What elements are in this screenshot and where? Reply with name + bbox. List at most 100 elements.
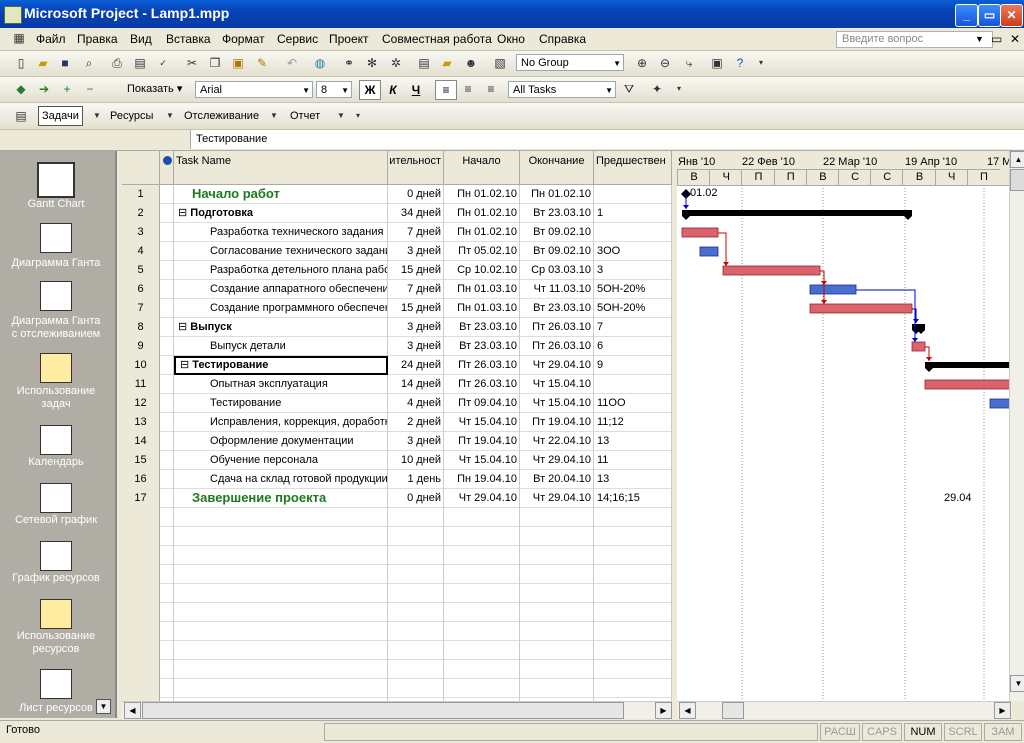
start-cell[interactable] xyxy=(444,508,520,527)
duration-cell[interactable]: 3 дней xyxy=(388,337,444,356)
summary-bar[interactable] xyxy=(925,362,1012,372)
task-bar[interactable] xyxy=(809,303,913,314)
indicator-cell[interactable] xyxy=(160,660,174,679)
guide-icon[interactable]: ▤ xyxy=(12,108,30,124)
duration-cell[interactable] xyxy=(388,603,444,622)
start-cell[interactable] xyxy=(444,622,520,641)
column-duration[interactable]: ительност xyxy=(388,151,444,185)
finish-cell[interactable] xyxy=(520,565,594,584)
menu-project[interactable]: Проект xyxy=(329,32,369,46)
menu-view[interactable]: Вид xyxy=(130,32,152,46)
row-id[interactable]: 9 xyxy=(122,337,160,356)
undo-icon[interactable]: ↶ xyxy=(283,55,301,71)
indicator-cell[interactable] xyxy=(160,641,174,660)
print-icon[interactable]: ⎙ xyxy=(108,55,126,71)
row-id[interactable] xyxy=(122,584,160,603)
font-select[interactable]: Arial ▼ xyxy=(195,81,313,98)
duration-cell[interactable]: 2 дней xyxy=(388,413,444,432)
indicator-cell[interactable] xyxy=(160,261,174,280)
plus-icon[interactable]: + xyxy=(58,81,76,97)
finish-cell[interactable]: Пт 26.03.10 xyxy=(520,337,594,356)
duration-cell[interactable]: 3 дней xyxy=(388,432,444,451)
autofilter-icon[interactable]: ⛛ xyxy=(620,81,638,97)
finish-cell[interactable]: Чт 11.03.10 xyxy=(520,280,594,299)
predecessor-cell[interactable] xyxy=(594,508,672,527)
finish-cell[interactable] xyxy=(520,527,594,546)
indicator-cell[interactable] xyxy=(160,565,174,584)
spell-icon[interactable]: ✓ xyxy=(154,55,172,71)
indicator-cell[interactable] xyxy=(160,280,174,299)
indicator-cell[interactable] xyxy=(160,622,174,641)
unlink-icon[interactable]: ✻ xyxy=(363,55,381,71)
align-right-icon[interactable]: ≡ xyxy=(482,81,500,97)
finish-cell[interactable]: Вт 23.03.10 xyxy=(520,204,594,223)
table-row[interactable]: 9 Выпуск детали 3 дней Вт 23.03.10 Пт 26.03.… xyxy=(122,337,672,356)
search-icon[interactable]: ⌕ xyxy=(80,55,98,71)
menu-help[interactable]: Справка xyxy=(539,32,586,46)
sheet-horizontal-scrollbar[interactable]: ◀ ▶ xyxy=(122,701,672,719)
duration-cell[interactable]: 3 дней xyxy=(388,242,444,261)
row-id[interactable] xyxy=(122,622,160,641)
column-finish[interactable]: Окончание xyxy=(520,151,594,185)
start-cell[interactable] xyxy=(444,546,520,565)
chevron-down-icon[interactable]: ▼ xyxy=(975,34,984,44)
start-cell[interactable]: Ср 10.02.10 xyxy=(444,261,520,280)
task-name-cell[interactable]: Исправления, коррекция, доработка xyxy=(174,413,388,432)
column-start[interactable]: Начало xyxy=(444,151,520,185)
table-row[interactable]: 16 Сдача на склад готовой продукции 1 день… xyxy=(122,470,672,489)
preview-icon[interactable]: ▤ xyxy=(131,55,149,71)
row-id[interactable]: 8 xyxy=(122,318,160,337)
row-id[interactable]: 7 xyxy=(122,299,160,318)
column-predecessors[interactable]: Предшествен xyxy=(594,151,672,185)
table-row[interactable]: 15 Обучение персонала 10 дней Чт 15.04.10 Чт… xyxy=(122,451,672,470)
task-name-cell[interactable] xyxy=(174,660,388,679)
task-name-cell[interactable]: ⊟ Выпуск xyxy=(174,318,388,337)
row-id[interactable]: 6 xyxy=(122,280,160,299)
wizard-icon[interactable]: ▣ xyxy=(708,55,726,71)
toolbar-options-icon-2[interactable]: ▾ xyxy=(670,81,688,97)
scroll-left-icon[interactable]: ◀ xyxy=(124,702,141,719)
row-id[interactable]: 3 xyxy=(122,223,160,242)
task-bar[interactable] xyxy=(911,341,926,352)
predecessor-cell[interactable] xyxy=(594,603,672,622)
copy-icon[interactable]: ❐ xyxy=(206,55,224,71)
indicator-cell[interactable] xyxy=(160,546,174,565)
menu-file[interactable]: Файл xyxy=(36,32,66,46)
finish-cell[interactable]: Чт 15.04.10 xyxy=(520,394,594,413)
indicator-cell[interactable] xyxy=(160,413,174,432)
task-name-cell[interactable] xyxy=(174,622,388,641)
table-row[interactable]: 4 Согласование технического задания 3 дней… xyxy=(122,242,672,261)
menu-format[interactable]: Формат xyxy=(222,32,265,46)
table-row[interactable]: 13 Исправления, коррекция, доработка 2 дне… xyxy=(122,413,672,432)
task-name-cell[interactable]: ⊟ Тестирование xyxy=(174,356,388,375)
finish-cell[interactable] xyxy=(520,603,594,622)
task-name-cell[interactable] xyxy=(174,584,388,603)
task-name-cell[interactable]: ⊟ Подготовка xyxy=(174,204,388,223)
duration-cell[interactable]: 14 дней xyxy=(388,375,444,394)
indicator-cell[interactable] xyxy=(160,584,174,603)
task-name-cell[interactable] xyxy=(174,679,388,698)
scroll-up-icon[interactable]: ▲ xyxy=(1010,151,1024,168)
help-icon[interactable]: ? xyxy=(731,55,749,71)
start-cell[interactable]: Пн 01.03.10 xyxy=(444,299,520,318)
menu-window[interactable]: Окно xyxy=(497,32,525,46)
task-name-cell[interactable]: Создание аппаратного обеспечения xyxy=(174,280,388,299)
view-resource-usage[interactable]: Использование ресурсов xyxy=(0,597,112,657)
finish-cell[interactable]: Пт 19.04.10 xyxy=(520,413,594,432)
duration-cell[interactable] xyxy=(388,584,444,603)
menu-collaborate[interactable]: Совместная работа xyxy=(382,32,492,46)
summary-bar[interactable] xyxy=(682,210,912,220)
row-id[interactable]: 11 xyxy=(122,375,160,394)
toolbar-options-icon-3[interactable]: ▾ xyxy=(349,108,367,124)
indicators-header[interactable] xyxy=(160,151,174,185)
start-cell[interactable]: Пт 05.02.10 xyxy=(444,242,520,261)
assign-icon[interactable]: ☻ xyxy=(462,55,480,71)
close-doc-icon[interactable]: ✕ xyxy=(1010,32,1020,46)
row-id[interactable]: 14 xyxy=(122,432,160,451)
finish-cell[interactable]: Чт 29.04.10 xyxy=(520,356,594,375)
indicator-cell[interactable] xyxy=(160,527,174,546)
finish-cell[interactable]: Чт 15.04.10 xyxy=(520,375,594,394)
task-name-cell[interactable] xyxy=(174,641,388,660)
predecessor-cell[interactable] xyxy=(594,375,672,394)
duration-cell[interactable] xyxy=(388,508,444,527)
